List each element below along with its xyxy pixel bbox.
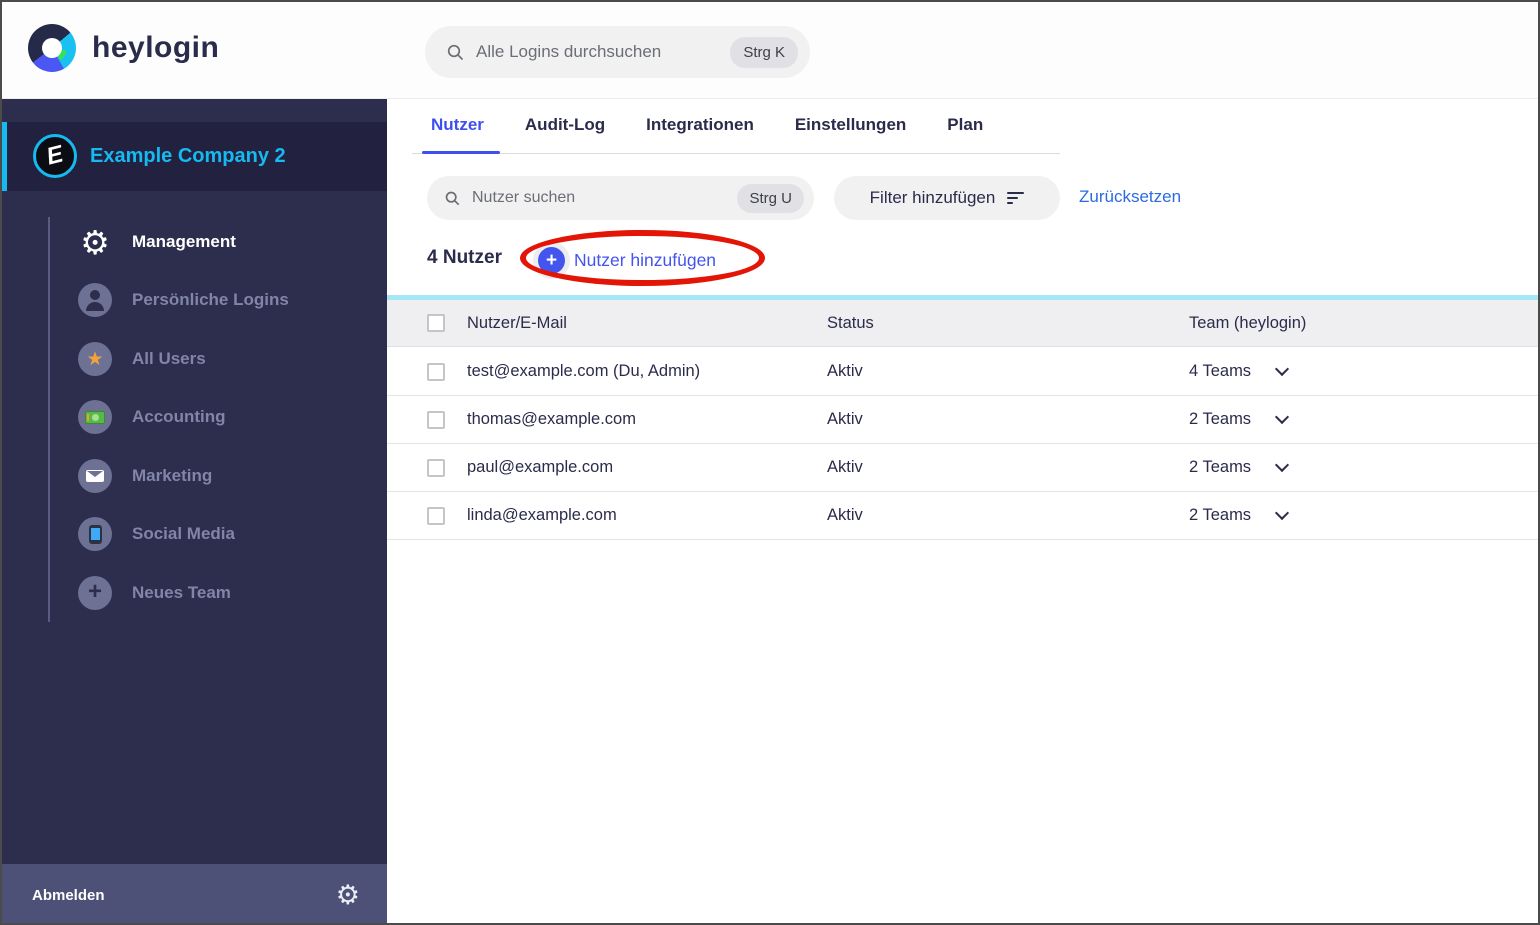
table-row[interactable]: paul@example.com Aktiv 2 Teams — [387, 444, 1538, 492]
company-name: Example Company 2 — [90, 145, 286, 167]
search-icon — [445, 191, 460, 205]
user-email: linda@example.com — [467, 506, 617, 524]
plus-icon[interactable]: + — [538, 247, 565, 274]
tab-divider — [412, 153, 1060, 154]
user-search-shortcut-badge: Strg U — [737, 183, 804, 213]
brand-name: heylogin — [92, 31, 220, 64]
tab-bar: Nutzer Audit-Log Integrationen Einstellu… — [431, 115, 983, 135]
global-search-input[interactable]: Alle Logins durchsuchen Strg K — [425, 26, 810, 78]
table-row[interactable]: linda@example.com Aktiv 2 Teams — [387, 492, 1538, 540]
chevron-down-icon[interactable] — [1274, 409, 1290, 425]
sidebar-item-marketing[interactable]: Marketing — [2, 459, 387, 493]
column-header-email: Nutzer/E-Mail — [467, 313, 567, 332]
tab-audit-log[interactable]: Audit-Log — [525, 115, 605, 135]
heylogin-logo-icon — [28, 24, 76, 72]
star-icon: ★ — [78, 342, 112, 376]
sidebar-item-all-users[interactable]: ★ All Users — [2, 342, 387, 376]
sidebar-item-personal-logins[interactable]: Persönliche Logins — [2, 283, 387, 317]
user-status: Aktiv — [827, 410, 863, 428]
tab-plan[interactable]: Plan — [947, 115, 983, 135]
column-header-team: Team (heylogin) — [1189, 313, 1307, 332]
user-teams[interactable]: 4 Teams — [1189, 361, 1290, 381]
add-user-button[interactable]: Nutzer hinzufügen — [574, 250, 716, 271]
global-search-placeholder: Alle Logins durchsuchen — [476, 42, 662, 61]
active-indicator-bar — [2, 122, 7, 191]
column-header-status: Status — [827, 313, 874, 332]
sidebar-item-new-team[interactable]: + Neues Team — [2, 576, 387, 610]
user-email: test@example.com (Du, Admin) — [467, 362, 701, 380]
table-row[interactable]: thomas@example.com Aktiv 2 Teams — [387, 396, 1538, 444]
sidebar: E Example Company 2 ⚙ Management Persönl… — [2, 99, 387, 923]
sidebar-item-social-media[interactable]: Social Media — [2, 517, 387, 551]
table-header-row: Nutzer/E-Mail Status Team (heylogin) — [387, 300, 1538, 347]
user-status: Aktiv — [827, 458, 863, 476]
topbar: heylogin Alle Logins durchsuchen Strg K — [2, 2, 1538, 99]
gear-icon: ⚙ — [80, 222, 110, 262]
tab-nutzer[interactable]: Nutzer — [431, 115, 484, 135]
tab-integrationen[interactable]: Integrationen — [646, 115, 754, 135]
company-logo-icon: E — [33, 134, 77, 178]
chevron-down-icon[interactable] — [1274, 361, 1290, 377]
user-teams[interactable]: 2 Teams — [1189, 505, 1290, 525]
banknote-icon — [78, 400, 112, 434]
row-checkbox[interactable] — [427, 458, 445, 477]
plus-icon: + — [78, 576, 112, 610]
user-status: Aktiv — [827, 362, 863, 380]
active-tab-underline — [422, 151, 500, 154]
row-checkbox[interactable] — [427, 506, 445, 525]
tab-einstellungen[interactable]: Einstellungen — [795, 115, 906, 135]
settings-gear-icon[interactable]: ⚙ — [336, 882, 360, 909]
brand[interactable]: heylogin — [28, 24, 219, 72]
logout-button[interactable]: Abmelden — [32, 887, 105, 904]
sidebar-company[interactable]: E Example Company 2 — [2, 122, 387, 191]
sidebar-footer: Abmelden ⚙ — [2, 864, 387, 923]
search-icon — [447, 44, 464, 60]
filter-icon — [1007, 192, 1025, 204]
user-status: Aktiv — [827, 506, 863, 524]
user-teams[interactable]: 2 Teams — [1189, 457, 1290, 477]
add-filter-button[interactable]: Filter hinzufügen — [834, 176, 1060, 220]
sidebar-item-accounting[interactable]: Accounting — [2, 400, 387, 434]
user-count: 4 Nutzer — [427, 247, 502, 268]
user-search-placeholder: Nutzer suchen — [472, 189, 576, 206]
user-email: thomas@example.com — [467, 410, 636, 428]
chevron-down-icon[interactable] — [1274, 505, 1290, 521]
user-email: paul@example.com — [467, 458, 614, 476]
user-teams[interactable]: 2 Teams — [1189, 409, 1290, 429]
person-icon — [78, 283, 112, 317]
phone-icon — [78, 517, 112, 551]
envelope-icon — [78, 459, 112, 493]
sidebar-item-management[interactable]: ⚙ Management — [2, 225, 387, 259]
select-all-checkbox[interactable] — [427, 314, 445, 332]
user-search-input[interactable]: Nutzer suchen Strg U — [427, 176, 814, 220]
reset-filters-link[interactable]: Zurücksetzen — [1079, 187, 1181, 207]
table-row[interactable]: test@example.com (Du, Admin) Aktiv 4 Tea… — [387, 348, 1538, 396]
global-search-shortcut-badge: Strg K — [730, 36, 798, 68]
row-checkbox[interactable] — [427, 362, 445, 381]
row-checkbox[interactable] — [427, 410, 445, 429]
app-window: heylogin Alle Logins durchsuchen Strg K … — [0, 0, 1540, 925]
chevron-down-icon[interactable] — [1274, 457, 1290, 473]
